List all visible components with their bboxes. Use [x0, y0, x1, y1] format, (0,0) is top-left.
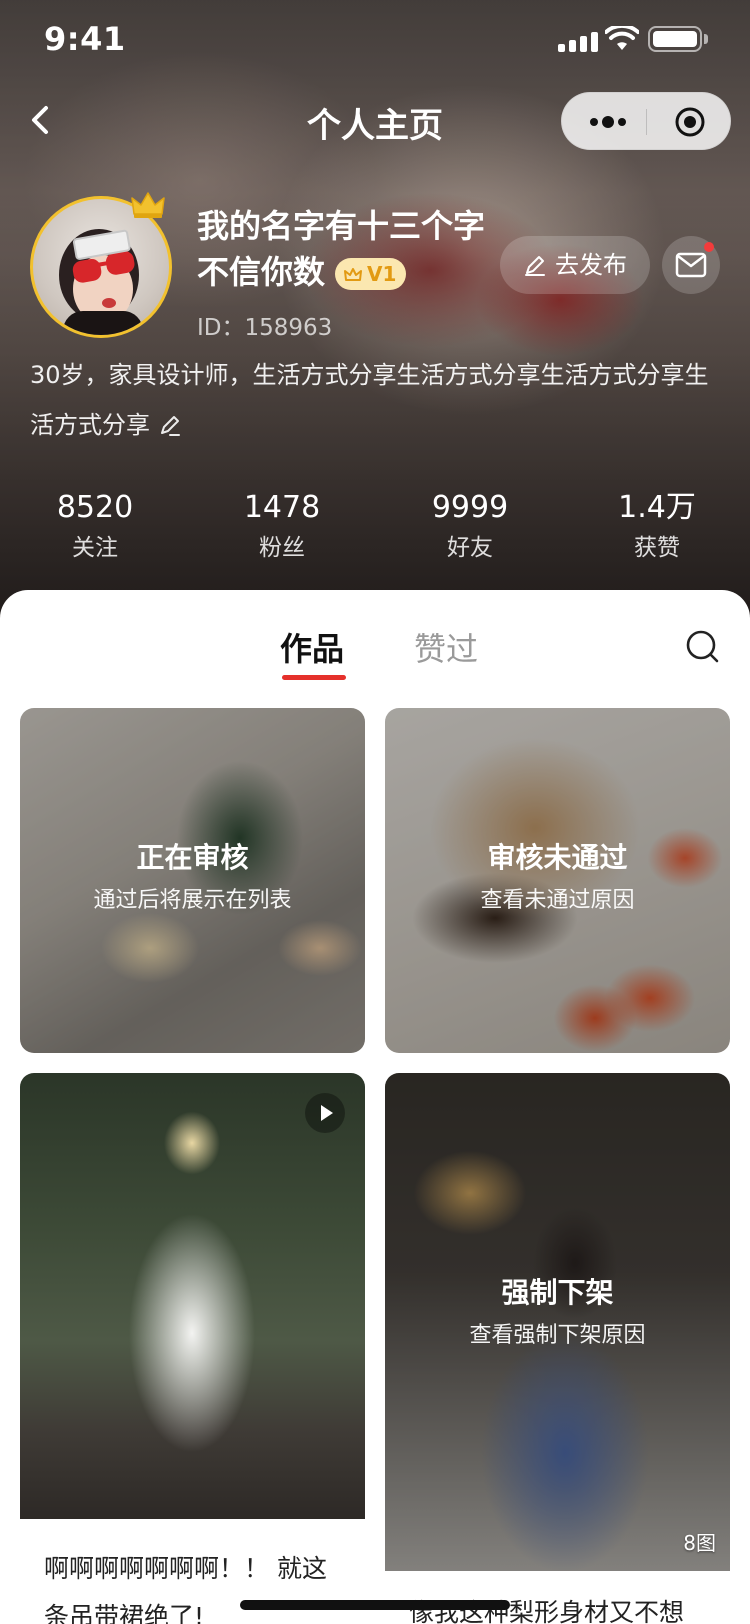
bio-text: 30岁，家具设计师，生活方式分享生活方式分享生活方式分享生活方式分享 — [30, 361, 709, 439]
work-title: 啊啊啊啊啊啊啊！！ 就这条吊带裙绝了! — [44, 1554, 327, 1624]
status-subtitle: 查看强制下架原因 — [469, 1323, 646, 1348]
stat-label: 获赞 — [634, 535, 680, 561]
publish-label: 去发布 — [555, 251, 627, 279]
pen-icon — [525, 256, 545, 276]
status-title: 强制下架 — [501, 1276, 614, 1309]
avatar-wrapper[interactable] — [30, 192, 172, 338]
more-icon[interactable] — [584, 109, 632, 135]
crown-icon — [131, 192, 165, 218]
miniprogram-capsule — [561, 92, 731, 150]
video-play-icon — [305, 1093, 345, 1133]
stat-label: 粉丝 — [259, 535, 305, 561]
image-count-badge: 8图 — [683, 1531, 716, 1555]
battery-icon — [648, 26, 702, 52]
publish-button[interactable]: 去发布 — [500, 236, 650, 294]
work-thumbnail — [20, 1073, 365, 1519]
close-miniprogram-icon[interactable] — [674, 106, 706, 138]
work-card-video[interactable]: 啊啊啊啊啊啊啊！！ 就这条吊带裙绝了! — [20, 1073, 365, 1624]
status-subtitle: 通过后将展示在列表 — [93, 888, 292, 913]
status-time: 9:41 — [44, 20, 126, 58]
battery-tip — [704, 34, 708, 44]
wifi-icon — [605, 26, 639, 50]
card-status: 审核未通过 查看未通过原因 — [385, 838, 730, 918]
search-icon[interactable] — [684, 628, 720, 664]
stats-row: 8520 关注 1478 粉丝 9999 好友 1.4万 获赞 — [0, 486, 750, 566]
user-id-label: ID： — [197, 315, 245, 341]
unread-dot — [704, 242, 714, 252]
message-button[interactable] — [662, 236, 720, 294]
vip-badge: V1 — [335, 258, 407, 290]
stat-value: 1.4万 — [618, 490, 696, 525]
nickname-block: 我的名字有十三个字不信你数 V1 — [197, 203, 487, 295]
status-title: 正在审核 — [136, 841, 249, 874]
stat-following[interactable]: 8520 关注 — [15, 486, 175, 566]
stat-friends[interactable]: 9999 好友 — [390, 486, 550, 566]
card-status: 正在审核 通过后将展示在列表 — [20, 838, 365, 918]
work-card-rejected[interactable]: 审核未通过 查看未通过原因 — [385, 708, 730, 1053]
tab-liked[interactable]: 赞过 — [414, 624, 478, 670]
work-card-reviewing[interactable]: 正在审核 通过后将展示在列表 — [20, 708, 365, 1053]
stat-label: 好友 — [447, 535, 493, 561]
home-indicator — [240, 1600, 510, 1610]
card-status: 强制下架 查看强制下架原因 — [385, 1273, 730, 1353]
vip-level: V1 — [367, 262, 397, 286]
status-bar: 9:41 — [0, 0, 750, 88]
edit-bio-icon[interactable] — [158, 413, 182, 437]
user-id-value: 158963 — [244, 315, 333, 341]
stat-followers[interactable]: 1478 粉丝 — [202, 486, 362, 566]
stat-likes: 1.4万 获赞 — [577, 486, 737, 566]
stat-value: 1478 — [243, 490, 321, 525]
work-card-removed[interactable]: 强制下架 查看强制下架原因 8图 像我这种梨形身材又不想 — [385, 1073, 730, 1624]
capsule-divider — [646, 109, 647, 135]
tab-works[interactable]: 作品 — [280, 624, 344, 670]
cellular-signal-icon — [558, 30, 600, 52]
bio[interactable]: 30岁，家具设计师，生活方式分享生活方式分享生活方式分享生活方式分享 — [30, 350, 720, 450]
user-id: ID：158963 — [197, 308, 332, 342]
vip-crown-icon — [344, 268, 363, 281]
status-title: 审核未通过 — [487, 841, 628, 874]
active-tab-indicator — [282, 675, 346, 680]
status-subtitle: 查看未通过原因 — [480, 888, 635, 913]
stat-label: 关注 — [72, 535, 118, 561]
stat-value: 9999 — [431, 490, 509, 525]
stat-value: 8520 — [56, 490, 134, 525]
